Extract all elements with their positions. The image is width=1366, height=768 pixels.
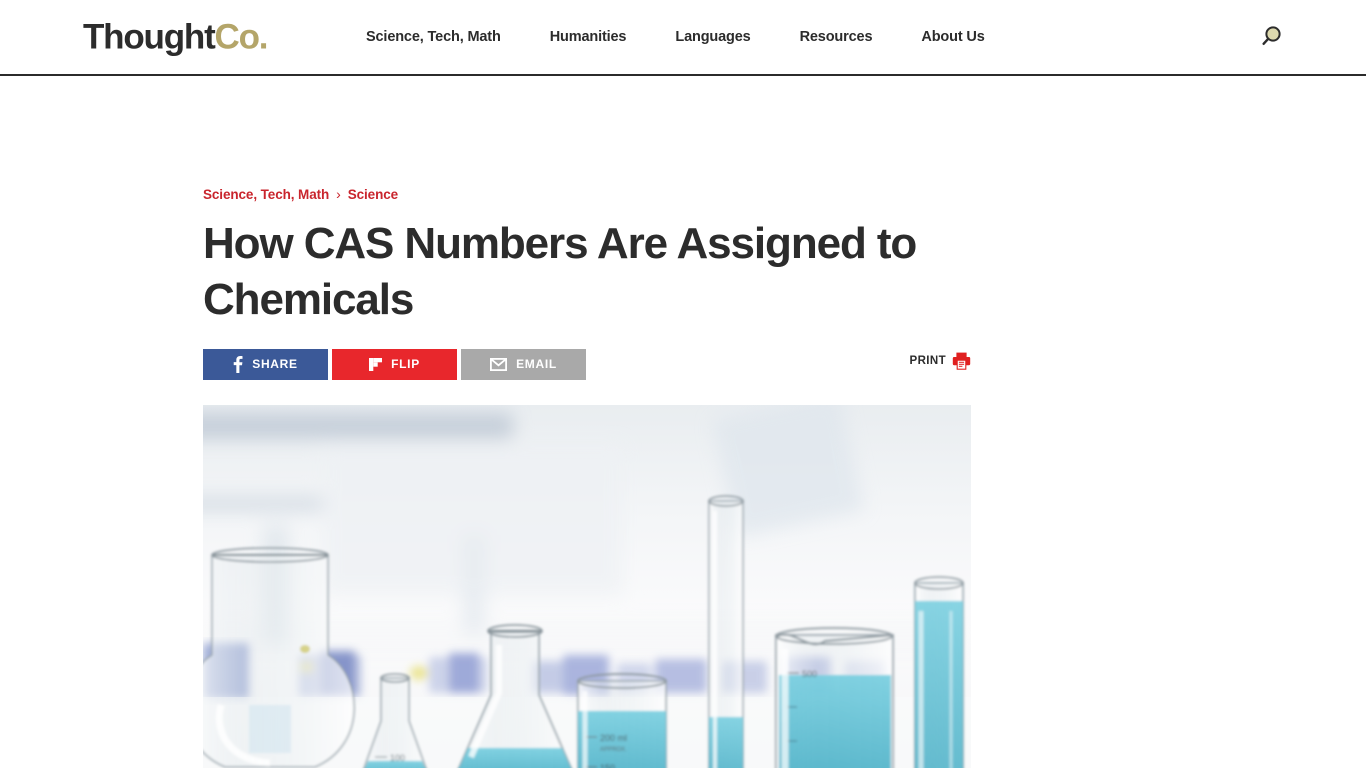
svg-text:100: 100 [390,753,405,763]
svg-text:200 ml: 200 ml [600,733,627,743]
article-container: Science, Tech, Math › Science How CAS Nu… [0,76,1366,768]
envelope-icon [490,357,508,371]
nav-item-science-tech-math[interactable]: Science, Tech, Math [366,29,501,45]
share-flipboard-label: FLIP [391,357,420,372]
logo-text-co: Co. [214,17,269,57]
nav-item-about-us[interactable]: About Us [921,29,984,45]
hero-image: 100 200 ml APPROX. 150 500 [203,404,971,768]
main-navigation: Science, Tech, Math Humanities Languages… [366,29,985,45]
facebook-icon [233,355,243,373]
nav-item-humanities[interactable]: Humanities [550,29,627,45]
print-label: PRINT [909,354,946,367]
printer-icon [952,352,971,370]
nav-item-languages[interactable]: Languages [675,29,750,45]
page-title: How CAS Numbers Are Assigned to Chemical… [203,219,917,324]
share-facebook-button[interactable]: SHARE [203,348,328,380]
share-button-group: SHARE FLIP EMAIL [203,348,971,380]
logo-text-thought: Thought [83,17,216,57]
share-email-button[interactable]: EMAIL [461,348,586,380]
print-button[interactable]: PRINT [910,352,972,370]
svg-text:150: 150 [600,763,615,768]
search-button[interactable] [1256,22,1286,52]
share-email-label: EMAIL [516,357,557,372]
site-logo[interactable]: ThoughtCo. [83,17,269,57]
svg-text:APPROX.: APPROX. [600,747,627,753]
search-icon [1262,26,1281,45]
breadcrumb-separator-icon: › [336,186,341,202]
svg-text:500: 500 [802,669,817,679]
breadcrumb-parent[interactable]: Science, Tech, Math [203,187,329,202]
breadcrumb: Science, Tech, Math › Science [203,186,1366,202]
nav-item-resources[interactable]: Resources [800,29,873,45]
share-bar: SHARE FLIP EMAIL PRINT [203,348,972,380]
breadcrumb-current[interactable]: Science [348,187,398,202]
site-header: ThoughtCo. Science, Tech, Math Humanitie… [0,0,1366,76]
flipboard-icon [369,357,383,371]
hero-image-graphic: 100 200 ml APPROX. 150 500 [203,404,971,768]
share-flipboard-button[interactable]: FLIP [332,348,457,380]
share-facebook-label: SHARE [252,357,298,372]
